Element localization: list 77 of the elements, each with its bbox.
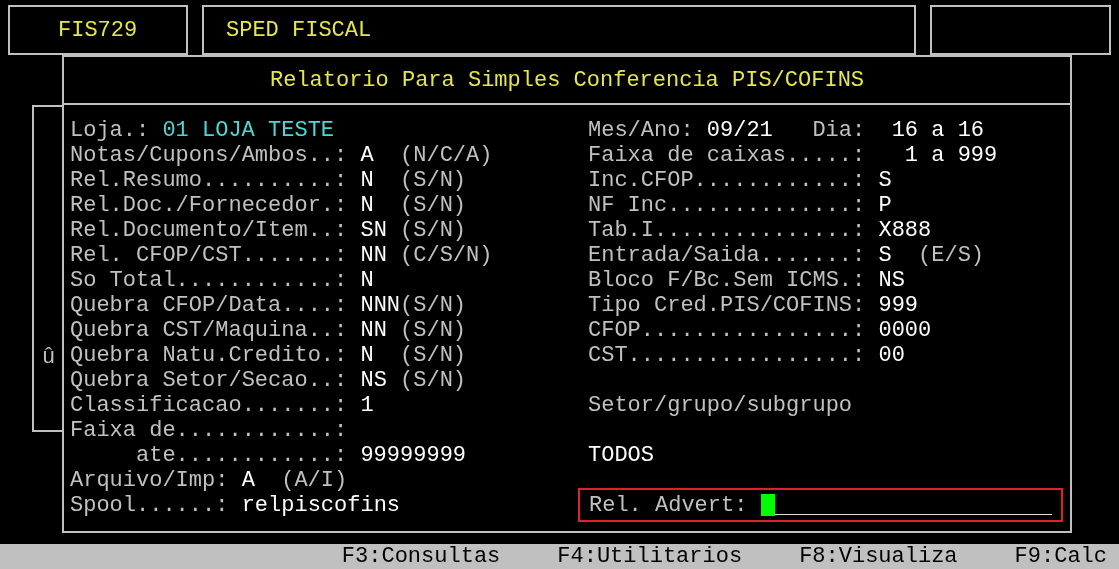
section-label: Setor/grupo/subgrupo bbox=[588, 393, 853, 418]
field-value: S bbox=[878, 168, 892, 193]
field-label: ate............: bbox=[136, 443, 348, 468]
field-hint: (S/N) bbox=[400, 318, 467, 343]
field-value: A bbox=[241, 468, 256, 493]
field-hint: (S/N) bbox=[400, 343, 467, 368]
field-value: 09/21 bbox=[706, 118, 773, 143]
field-value: 0000 bbox=[878, 318, 932, 343]
field-label: Rel. Advert: bbox=[589, 492, 748, 518]
field-value: N bbox=[360, 268, 374, 293]
field-value: A bbox=[360, 143, 375, 168]
field-value: 01 LOJA TESTE bbox=[162, 118, 335, 143]
field-label: Quebra Setor/Secao..: bbox=[70, 368, 348, 393]
field-label: Rel. CFOP/CST.......: bbox=[70, 243, 348, 268]
field-value: 1 bbox=[360, 393, 374, 418]
field-value: relpiscofins bbox=[241, 493, 401, 518]
field-label: Rel.Documento/Item..: bbox=[70, 218, 348, 243]
field-hint: (S/N) bbox=[400, 218, 467, 243]
field-label: So Total............: bbox=[70, 268, 348, 293]
field-label: Spool......: bbox=[70, 493, 229, 518]
field-hint: (N/C/A) bbox=[400, 143, 493, 168]
field-label: Quebra Natu.Credito.: bbox=[70, 343, 348, 368]
field-value: N bbox=[360, 343, 375, 368]
field-label: Faixa de............: bbox=[70, 418, 348, 443]
field-label: Quebra CFOP/Data....: bbox=[70, 293, 348, 318]
field-value: NN bbox=[360, 243, 388, 268]
field-value: 16 a 16 bbox=[891, 118, 985, 143]
field-value: P bbox=[878, 193, 892, 218]
selection-value: TODOS bbox=[588, 443, 654, 468]
field-label: Entrada/Saida.......: bbox=[588, 243, 866, 268]
field-value: SN bbox=[360, 218, 388, 243]
field-label: Inc.CFOP............: bbox=[588, 168, 866, 193]
side-mark: û bbox=[42, 345, 56, 370]
field-hint: (S/N) bbox=[400, 193, 467, 218]
field-value: 00 bbox=[878, 343, 905, 368]
field-hint: (S/N) bbox=[400, 368, 467, 393]
field-label: Quebra CST/Maquina..: bbox=[70, 318, 348, 343]
field-label: CFOP................: bbox=[588, 318, 866, 343]
function-key[interactable]: F9:Calc bbox=[1014, 544, 1107, 569]
field-label: Tab.I...............: bbox=[588, 218, 866, 243]
field-value: N bbox=[360, 168, 375, 193]
field-hint: (E/S) bbox=[918, 243, 985, 268]
field-label: Bloco F/Bc.Sem ICMS.: bbox=[588, 268, 866, 293]
input-field[interactable]: Rel. Advert: bbox=[578, 488, 1063, 522]
module-title: SPED FISCAL bbox=[226, 17, 372, 43]
field-hint: (A/I) bbox=[281, 468, 348, 493]
field-hint: (S/N) bbox=[400, 168, 467, 193]
field-hint: (S/N) bbox=[400, 293, 467, 318]
field-value: N bbox=[360, 193, 375, 218]
field-value: NN bbox=[360, 318, 388, 343]
field-value: X888 bbox=[878, 218, 932, 243]
dialog-title: Relatorio Para Simples Conferencia PIS/COFINS bbox=[269, 67, 865, 93]
field-label: Dia: bbox=[812, 118, 866, 143]
field-value: NNN bbox=[360, 293, 401, 318]
field-label: Rel.Resumo..........: bbox=[70, 168, 348, 193]
field-value: 1 a 999 bbox=[904, 143, 998, 168]
field-value: S bbox=[878, 243, 893, 268]
field-label: Notas/Cupons/Ambos..: bbox=[70, 143, 348, 168]
field-label: Loja.: bbox=[70, 118, 150, 143]
function-key[interactable]: F8:Visualiza bbox=[799, 544, 958, 569]
field-label: Classificacao.......: bbox=[70, 393, 348, 418]
field-label: Arquivo/Imp: bbox=[70, 468, 229, 493]
field-value: NS bbox=[360, 368, 388, 393]
program-code: FIS729 bbox=[58, 17, 138, 43]
field-label: CST.................: bbox=[588, 343, 866, 368]
field-value: NS bbox=[878, 268, 905, 293]
function-key[interactable]: F3:Consultas bbox=[341, 544, 501, 569]
field-value: 999 bbox=[878, 293, 919, 318]
field-value: 99999999 bbox=[360, 443, 467, 468]
field-label: NF Inc..............: bbox=[588, 193, 866, 218]
text-cursor bbox=[760, 494, 775, 516]
function-key[interactable]: F4:Utilitarios bbox=[557, 544, 743, 569]
field-label: Faixa de caixas.....: bbox=[588, 143, 866, 168]
field-label: Mes/Ano: bbox=[588, 118, 694, 143]
field-label: Tipo Cred.PIS/COFINS: bbox=[588, 293, 866, 318]
field-label: Rel.Doc./Fornecedor.: bbox=[70, 193, 348, 218]
field-hint: (C/S/N) bbox=[400, 243, 493, 268]
